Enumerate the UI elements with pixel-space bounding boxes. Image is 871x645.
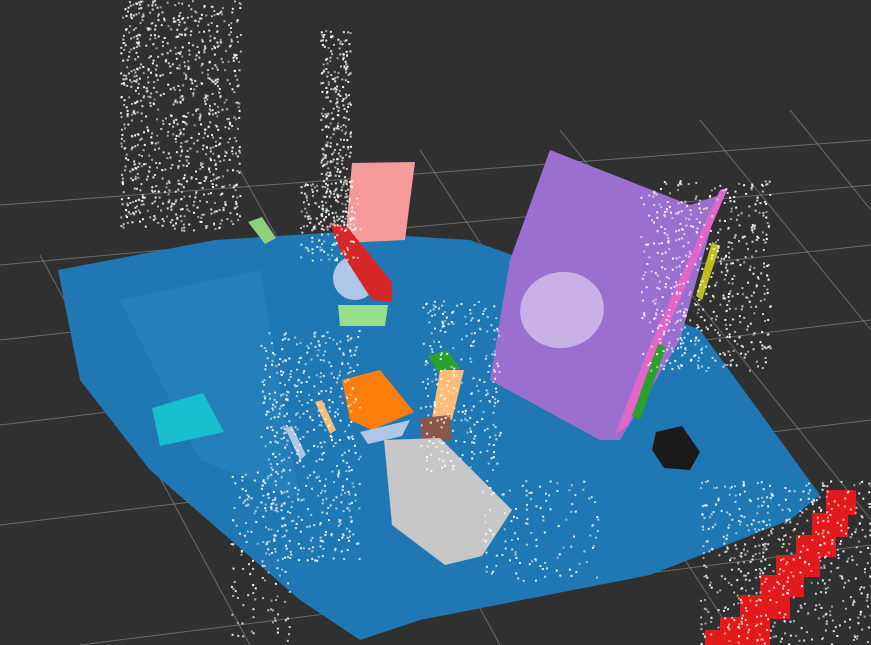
light-green-box bbox=[338, 305, 388, 326]
brown-box bbox=[420, 415, 452, 442]
3d-viewport[interactable] bbox=[0, 0, 871, 645]
pink-box bbox=[345, 162, 415, 243]
point-cloud-scene[interactable] bbox=[0, 0, 871, 645]
